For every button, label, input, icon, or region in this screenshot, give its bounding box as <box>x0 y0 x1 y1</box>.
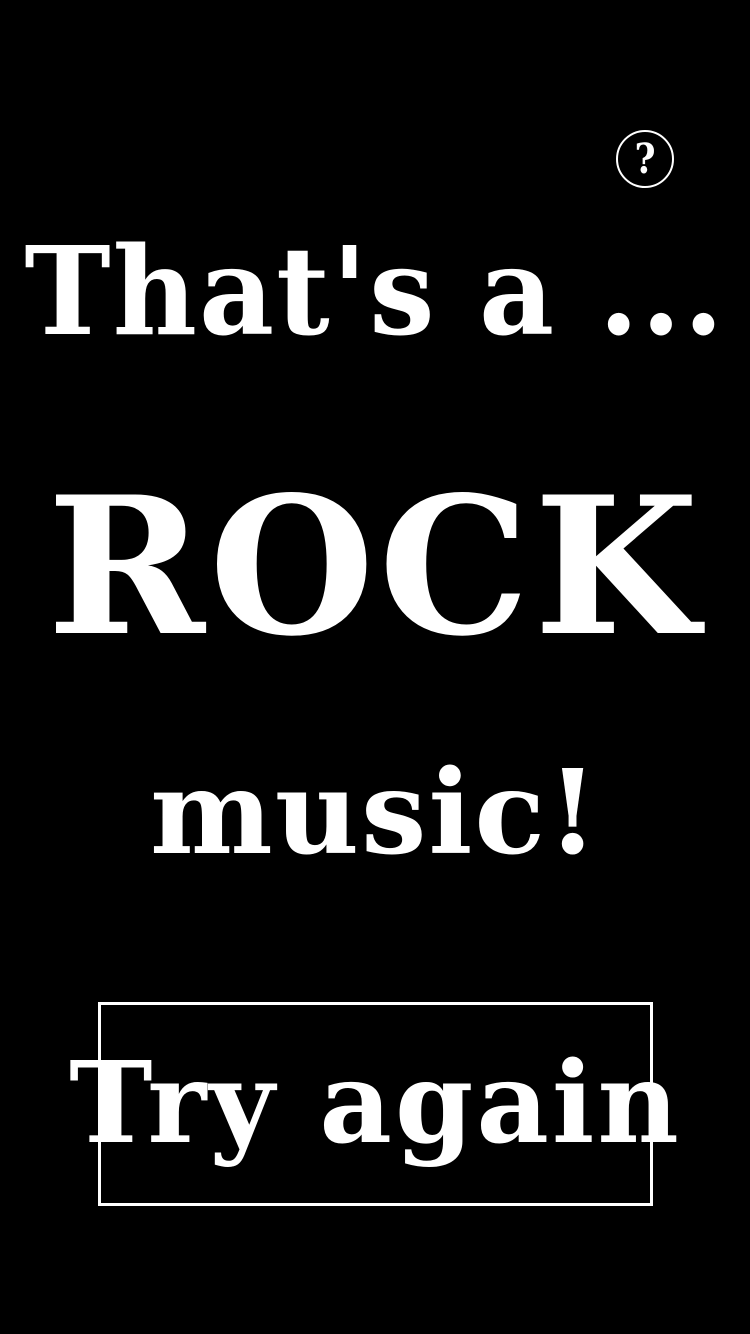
result-intro-text: That's a ... <box>24 220 726 364</box>
try-again-label: Try again <box>69 1038 682 1169</box>
result-outro-text: music! <box>149 745 600 881</box>
try-again-button[interactable]: Try again <box>69 1002 679 1206</box>
result-screen: ? That's a ... ROCK music! Try again <box>0 0 750 1334</box>
question-mark-icon: ? <box>634 134 656 184</box>
help-button[interactable]: ? <box>616 130 674 188</box>
result-genre-title: ROCK <box>47 455 703 678</box>
